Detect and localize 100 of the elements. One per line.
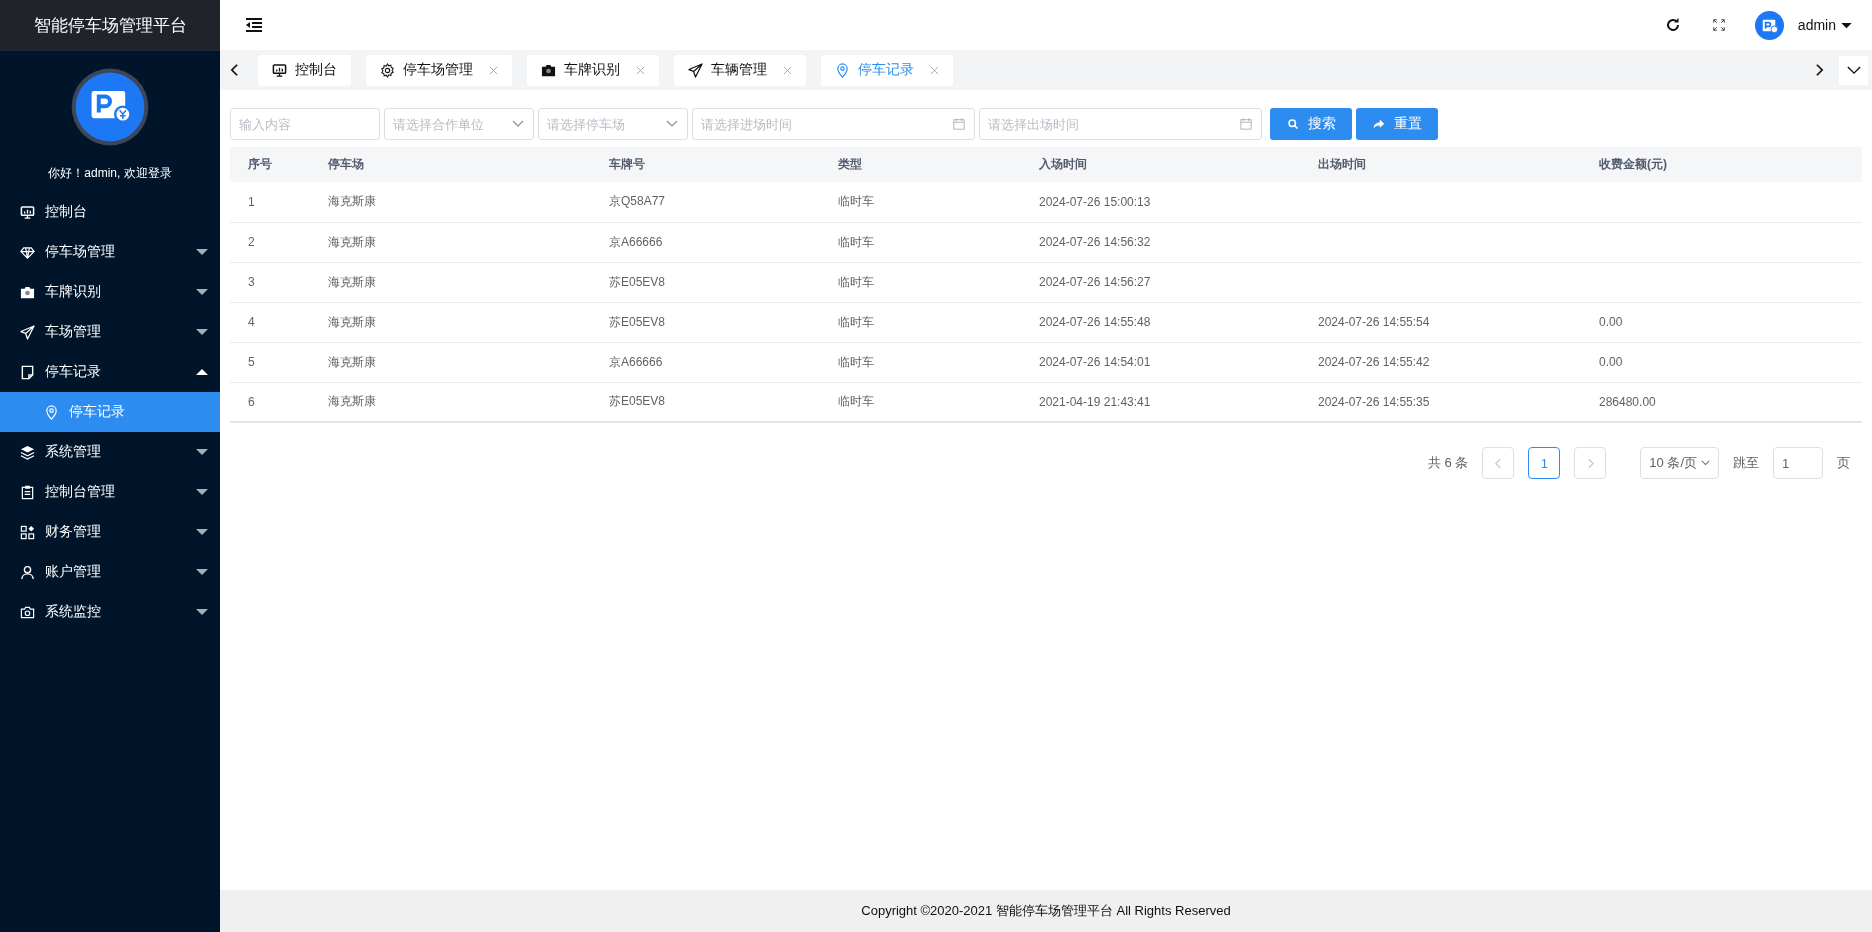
chevron-right-icon[interactable] (1815, 63, 1824, 77)
menu-item[interactable]: 控制台管理 (0, 472, 220, 512)
table-cell: 临时车 (838, 274, 874, 289)
share-arrow-icon (1372, 118, 1385, 130)
table-cell: 3 (248, 275, 255, 289)
jump-label: 跳至 (1733, 454, 1759, 472)
menu-item[interactable]: 控制台 (0, 192, 220, 232)
menu-item[interactable]: 停车场管理 (0, 232, 220, 272)
column-header: 收费金额(元) (1581, 147, 1862, 182)
chevron-down-icon (666, 120, 678, 128)
camera-icon (20, 604, 35, 620)
close-icon[interactable] (636, 65, 645, 75)
tab[interactable]: 停车记录 (821, 54, 953, 86)
caret-icon (196, 568, 208, 576)
table-cell: 286480.00 (1599, 394, 1656, 409)
table-cell: 海克斯康 (328, 274, 376, 289)
table-cell: 京A66666 (609, 234, 663, 249)
table-cell: 1 (248, 194, 255, 209)
apps-grid-icon (20, 524, 35, 540)
table-cell: 5 (248, 355, 255, 369)
page-size-select[interactable]: 10 条/页 (1640, 447, 1719, 479)
refresh-icon[interactable] (1664, 17, 1681, 33)
table-cell: 临时车 (838, 194, 874, 209)
tab-menu-button[interactable] (1839, 55, 1868, 85)
table-cell: 海克斯康 (328, 314, 376, 329)
welcome-text: 你好！admin, 欢迎登录 (47, 165, 173, 182)
camera-icon (541, 62, 556, 78)
note-icon (20, 364, 35, 380)
total-count: 共 6 条 (1427, 454, 1469, 472)
close-icon[interactable] (930, 65, 939, 75)
table-cell: 海克斯康 (328, 194, 376, 209)
caret-icon (196, 328, 208, 336)
table-cell: 4 (248, 315, 255, 329)
table-cell: 京Q58A77 (609, 194, 666, 209)
user-menu[interactable]: admin (1797, 17, 1852, 33)
table-cell: 2024-07-26 14:54:01 (1039, 355, 1151, 369)
column-header: 停车场 (310, 147, 591, 182)
table-cell: 京A66666 (609, 354, 663, 369)
table-cell: 2024-07-26 14:56:32 (1039, 235, 1151, 249)
tab[interactable]: 停车场管理 (366, 54, 512, 86)
user-icon (20, 564, 35, 580)
caret-icon (1841, 21, 1852, 29)
calendar-icon (1240, 118, 1252, 130)
table-cell: 2024-07-26 14:55:42 (1318, 355, 1430, 369)
table-cell: 临时车 (838, 354, 874, 369)
select-field[interactable]: 请选择停车场 (538, 108, 688, 140)
select-field[interactable]: 请选择合作单位 (384, 108, 534, 140)
menu-item[interactable]: 停车记录 (0, 352, 220, 392)
user-avatar-icon[interactable] (1754, 10, 1784, 40)
menu-collapse-icon[interactable] (245, 18, 263, 32)
layers-icon (20, 444, 35, 460)
chevron-down-icon (1701, 460, 1710, 466)
table-cell: 苏E05EV8 (609, 274, 666, 289)
search-field[interactable]: 输入内容 (230, 108, 380, 140)
date-field[interactable]: 请选择出场时间 (979, 108, 1262, 140)
copyright-text: Copyright ©2020-2021 智能停车场管理平台 All Rights Reserved (861, 902, 1231, 920)
table-cell: 0.00 (1599, 315, 1623, 329)
menu-item[interactable]: 车牌识别 (0, 272, 220, 312)
chevron-right-icon (1586, 457, 1594, 469)
clipboard-icon (20, 484, 35, 500)
table-cell: 2024-07-26 14:55:35 (1318, 394, 1430, 409)
table-cell: 苏E05EV8 (609, 394, 666, 409)
caret-icon (196, 368, 208, 376)
chevron-left-icon (1494, 457, 1502, 469)
page-unit-label: 页 (1837, 454, 1850, 472)
table-cell: 苏E05EV8 (609, 314, 666, 329)
table-cell: 2021-04-19 21:43:41 (1039, 394, 1151, 409)
menu-item[interactable]: 车场管理 (0, 312, 220, 352)
chevron-left-icon[interactable] (230, 63, 239, 77)
close-icon[interactable] (489, 65, 498, 75)
table-cell: 临时车 (838, 314, 874, 329)
date-field[interactable]: 请选择进场时间 (692, 108, 975, 140)
caret-icon (196, 288, 208, 296)
caret-icon (196, 448, 208, 456)
monitor-icon (20, 204, 35, 220)
monitor-icon (272, 62, 287, 78)
paper-plane-icon (20, 324, 35, 340)
page-jump-field[interactable]: 1 (1773, 447, 1823, 479)
caret-icon (196, 528, 208, 536)
menu-item[interactable]: 系统监控 (0, 592, 220, 632)
caret-icon (196, 608, 208, 616)
close-icon[interactable] (783, 65, 792, 75)
table-cell: 海克斯康 (328, 234, 376, 249)
menu-item[interactable]: 财务管理 (0, 512, 220, 552)
table-cell: 海克斯康 (328, 354, 376, 369)
tab[interactable]: 控制台 (258, 54, 351, 86)
table-cell: 2024-07-26 14:55:54 (1318, 315, 1430, 329)
gear-icon (380, 62, 395, 78)
table-cell: 临时车 (838, 234, 874, 249)
table-cell: 临时车 (838, 394, 874, 409)
menu-item[interactable]: 账户管理 (0, 552, 220, 592)
column-header: 序号 (230, 147, 310, 182)
tab[interactable]: 车辆管理 (674, 54, 806, 86)
app-title: 智能停车场管理平台 (0, 0, 220, 51)
fullscreen-icon[interactable] (1712, 19, 1725, 31)
chevron-down-icon (1846, 65, 1861, 75)
tab[interactable]: 车牌识别 (527, 54, 659, 86)
column-header: 出场时间 (1300, 147, 1581, 182)
paper-plane-icon (688, 62, 703, 78)
menu-item[interactable]: 系统管理 (0, 432, 220, 472)
